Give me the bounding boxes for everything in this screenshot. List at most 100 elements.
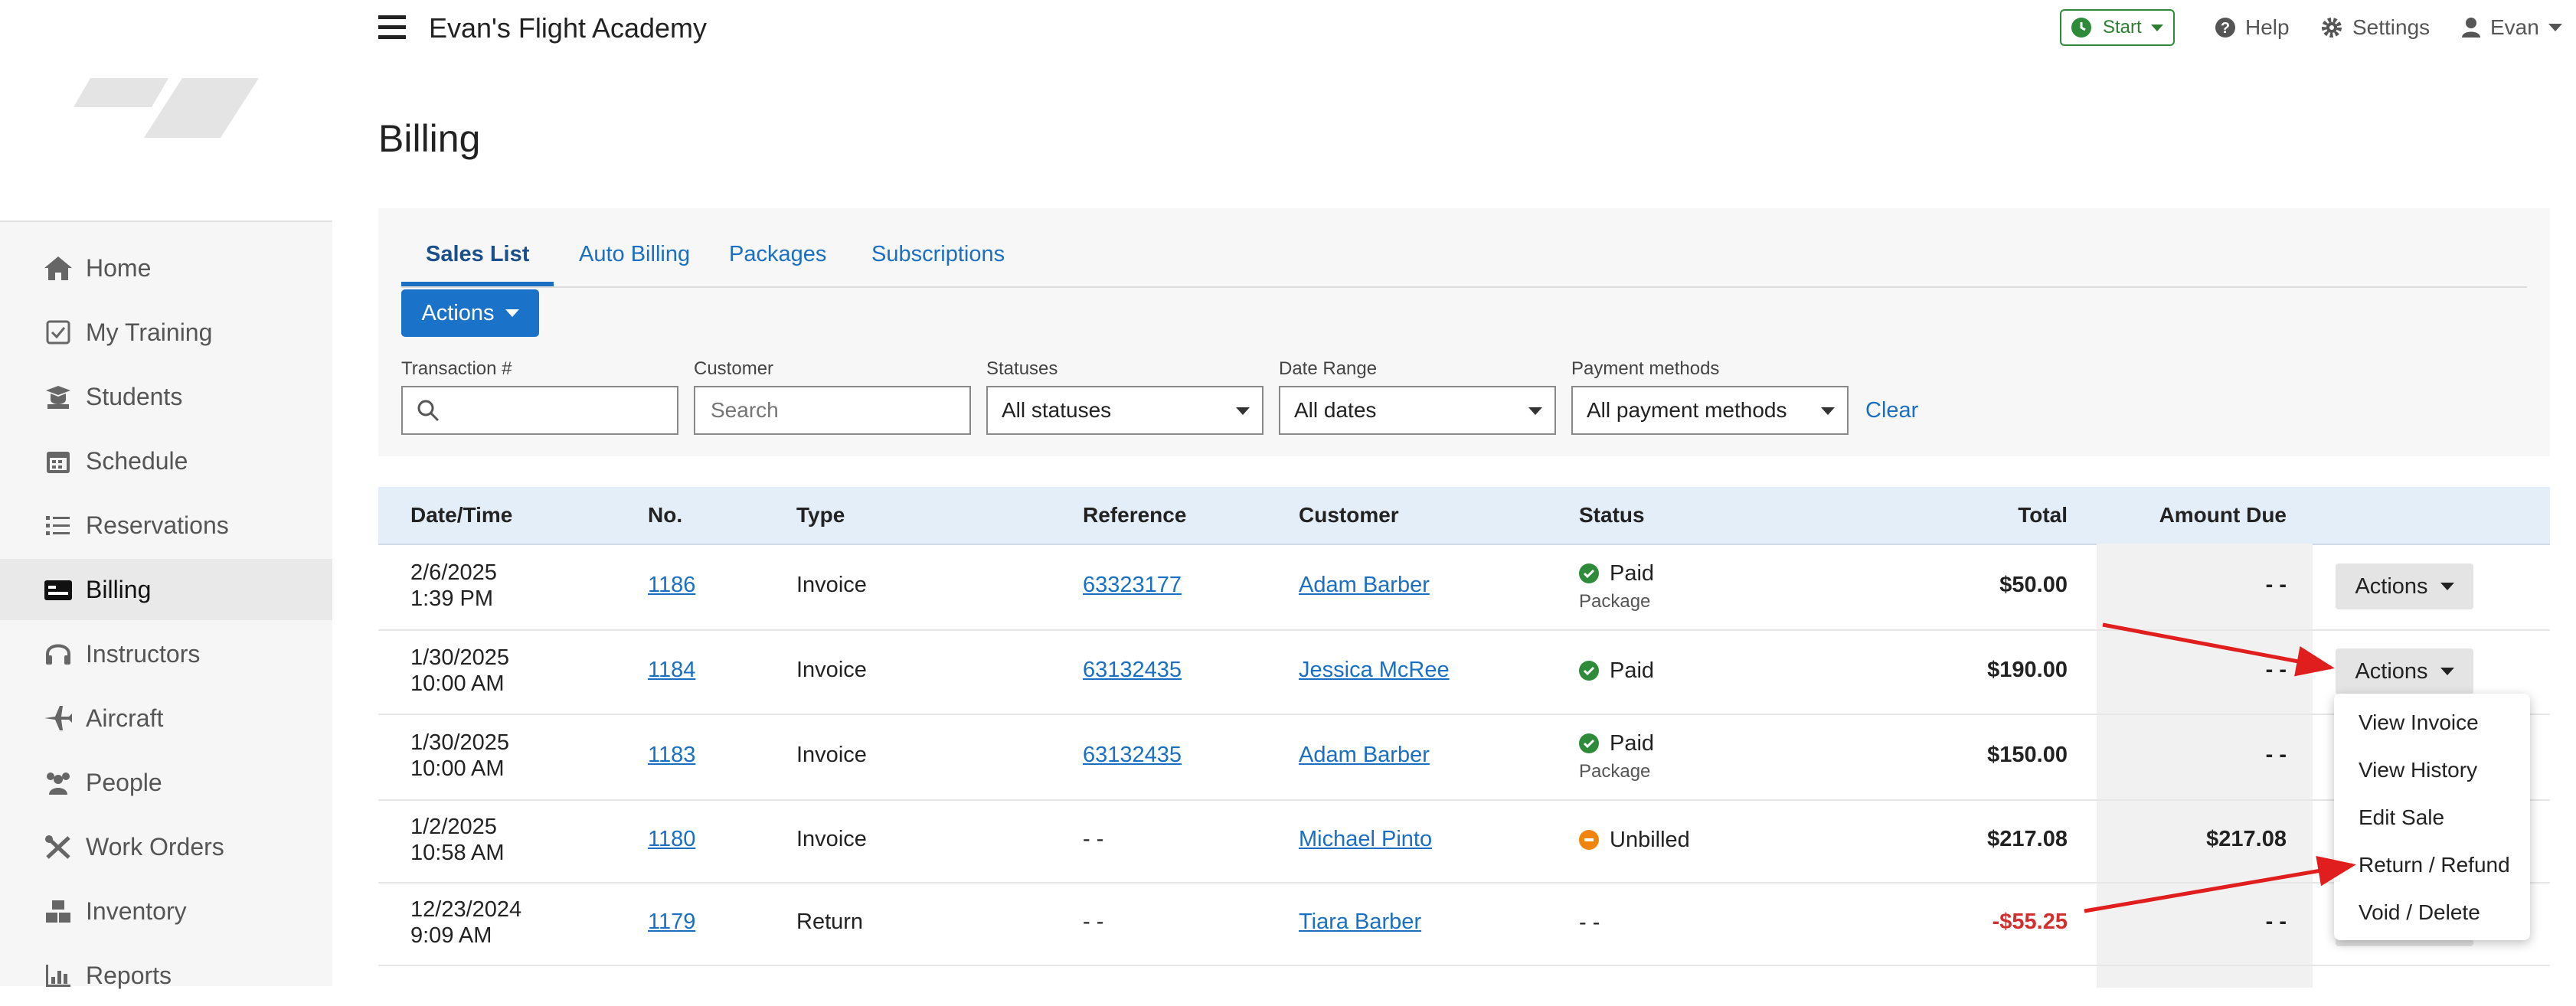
caret-down-icon [2440,668,2454,675]
row-number-link[interactable]: 1184 [648,658,695,683]
date-range-value: All dates [1294,398,1377,422]
customer-search-input[interactable] [709,397,969,423]
statuses-select[interactable]: All statuses [986,386,1263,435]
row-total: $50.00 [1999,573,2068,597]
menu-item-void-delete[interactable]: Void / Delete [2359,897,2480,928]
sidebar-item-label: Home [86,254,152,282]
help-link[interactable]: ? Help [2215,9,2290,46]
row-customer-link[interactable]: Jessica McRee [1299,658,1450,683]
settings-link[interactable]: Settings [2320,9,2430,46]
tab-sales-list[interactable]: Sales List [401,224,554,286]
tab-subscriptions[interactable]: Subscriptions [847,224,1029,286]
row-type: Invoice [796,573,867,597]
gear-icon [2322,18,2342,38]
home-icon [44,256,72,280]
row-number-link[interactable]: 1186 [648,573,695,598]
status-text: Paid [1610,730,1655,756]
student-icon [46,386,70,409]
sidebar-item-reports[interactable]: Reports [0,945,332,1006]
menu-item-return-refund[interactable]: Return / Refund [2359,850,2510,880]
headset-icon [46,644,70,665]
start-button[interactable]: Start [2060,9,2175,46]
row-customer-link[interactable]: Tiara Barber [1299,910,1421,935]
hamburger-menu-icon[interactable] [377,14,407,41]
sidebar-item-instructors[interactable]: Instructors [0,623,332,684]
row-amount-due: - - [2265,573,2287,597]
tab-packages[interactable]: Packages [704,224,851,286]
header-type[interactable]: Type [796,487,845,544]
row-date: 1/2/2025 [410,815,497,839]
row-status: Unbilled [1579,827,1690,853]
header-reference[interactable]: Reference [1083,487,1186,544]
row-total: $190.00 [1987,658,2068,682]
row-customer-link[interactable]: Michael Pinto [1299,827,1432,852]
sidebar-item-my-training[interactable]: My Training [0,302,332,363]
row-number-link[interactable]: 1179 [648,910,695,935]
row-total: $217.08 [1987,827,2068,851]
header-customer[interactable]: Customer [1299,487,1399,544]
menu-item-edit-sale[interactable]: Edit Sale [2359,802,2444,833]
date-range-label: Date Range [1279,358,1378,379]
customer-label: Customer [694,358,774,379]
sidebar-item-billing[interactable]: Billing [0,559,332,620]
row-reference[interactable]: 63132435 [1083,743,1182,768]
payment-methods-select[interactable]: All payment methods [1571,386,1849,435]
header-datetime[interactable]: Date/Time [410,487,512,544]
sidebar-item-aircraft[interactable]: Aircraft [0,688,332,749]
row-amount-due: $217.08 [2206,827,2287,851]
row-status: - - [1579,910,1600,936]
billing-tabs: Sales List Auto Billing Packages Subscri… [401,224,2527,288]
header-total[interactable]: Total [1833,487,2068,544]
sidebar-item-students[interactable]: Students [0,366,332,427]
customer-field[interactable] [694,386,971,435]
row-reference: - - [1083,910,1104,934]
sidebar-item-label: My Training [86,318,213,346]
table-row: 2/6/2025 1:39 PM 1186 Invoice 63323177 Adam B… [378,544,2550,631]
caret-down-icon [1821,407,1835,415]
table-row: 1/30/2025 10:00 AM 1184 Invoice 63132435 Jess… [378,629,2550,715]
row-time: 1:39 PM [410,586,493,611]
row-actions-button[interactable]: Actions [2336,648,2473,694]
minus-circle-icon [1579,830,1599,851]
chart-icon [46,965,70,987]
payment-methods-label: Payment methods [1571,358,1720,379]
sidebar-item-label: Schedule [86,447,188,475]
row-customer-link[interactable]: Adam Barber [1299,743,1430,768]
date-range-select[interactable]: All dates [1279,386,1556,435]
transaction-field[interactable] [401,386,678,435]
header-no[interactable]: No. [648,487,682,544]
sidebar-item-inventory[interactable]: Inventory [0,880,332,942]
row-number-link[interactable]: 1180 [648,827,695,852]
bulk-actions-button[interactable]: Actions [401,289,539,337]
academy-logo[interactable] [67,73,260,139]
menu-item-view-invoice[interactable]: View Invoice [2359,707,2479,738]
people-icon [47,772,70,795]
row-customer-link[interactable]: Adam Barber [1299,573,1430,598]
sidebar: Home My Training Students Schedule Reservati… [0,0,332,989]
sidebar-item-reservations[interactable]: Reservations [0,495,332,556]
row-amount-due: - - [2265,658,2287,682]
boxes-icon [46,900,70,923]
row-time: 10:00 AM [410,756,505,781]
status-sub-label: Package [1579,591,1651,612]
sidebar-item-work-orders[interactable]: Work Orders [0,816,332,877]
sidebar-item-people[interactable]: People [0,752,332,813]
status-sub-label: Package [1579,761,1651,782]
clear-filters-link[interactable]: Clear [1865,398,1918,423]
row-actions-button[interactable]: Actions [2336,563,2473,609]
row-status: Paid [1579,560,1654,586]
user-menu[interactable]: Evan [2461,9,2562,46]
header-status[interactable]: Status [1579,487,1645,544]
header-amount-due[interactable]: Amount Due [2097,487,2287,544]
sidebar-item-schedule[interactable]: Schedule [0,430,332,492]
sidebar-item-home[interactable]: Home [0,237,332,299]
row-reference[interactable]: 63132435 [1083,658,1182,683]
menu-item-view-history[interactable]: View History [2359,755,2477,786]
sidebar-item-label: Students [86,383,183,410]
row-number-link[interactable]: 1183 [648,743,695,768]
transaction-input[interactable] [447,397,677,423]
row-reference[interactable]: 63323177 [1083,573,1182,598]
list-icon [46,516,70,535]
billing-card-icon [44,580,72,600]
tab-auto-billing[interactable]: Auto Billing [554,224,714,286]
